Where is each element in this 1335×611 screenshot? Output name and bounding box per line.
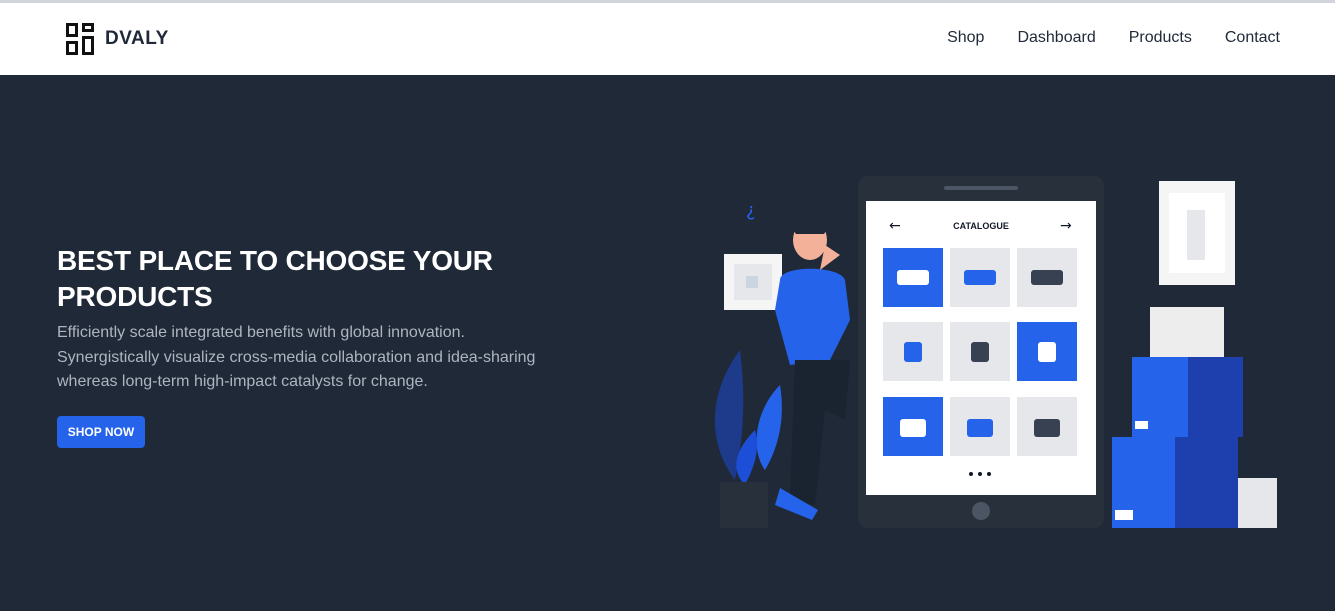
- tablet-illustration: ← → CATALOGUE: [858, 176, 1104, 528]
- hero-description: Efficiently scale integrated benefits wi…: [57, 324, 536, 390]
- nav-link-shop[interactable]: Shop: [947, 29, 984, 47]
- navbar: DVALY Shop Dashboard Products Contact: [0, 3, 1335, 75]
- shop-now-button[interactable]: SHOP NOW: [57, 416, 145, 448]
- main-nav: Shop Dashboard Products Contact: [947, 29, 1280, 47]
- nav-link-products[interactable]: Products: [1129, 29, 1192, 47]
- nav-link-contact[interactable]: Contact: [1225, 29, 1280, 47]
- grid-logo-icon: [66, 23, 95, 55]
- arrow-right-icon: →: [1060, 218, 1072, 234]
- catalogue-title: CATALOGUE: [953, 221, 1009, 231]
- arrow-left-icon: ←: [889, 218, 901, 234]
- hero-title: BEST PLACE TO CHOOSE YOUR PRODUCTS: [57, 245, 493, 312]
- brand[interactable]: DVALY: [66, 23, 169, 55]
- nav-link-dashboard[interactable]: Dashboard: [1017, 29, 1095, 47]
- shopping-catalogue-illustration: ¿ ← → CATALOGUE: [714, 176, 1277, 528]
- person-illustration: [775, 214, 850, 520]
- plant-illustration: [714, 350, 782, 528]
- brand-name: DVALY: [105, 28, 169, 49]
- svg-text:¿: ¿: [746, 200, 756, 221]
- boxes-illustration: [1112, 307, 1277, 528]
